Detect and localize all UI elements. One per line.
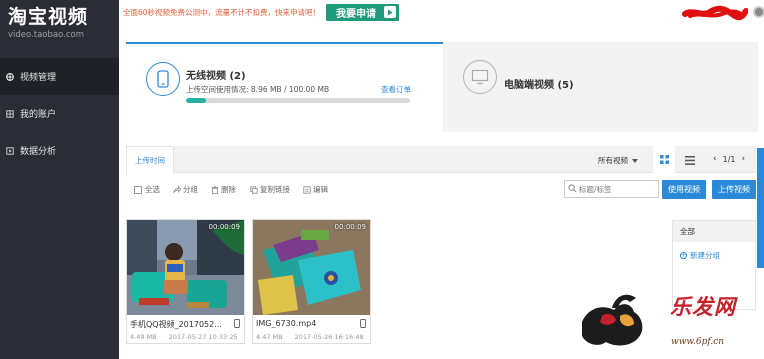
tab-wireless-video[interactable]: 无线视频 (2) 上传空间使用情况: 8.96 MB / 100.00 MB 查…	[126, 42, 443, 132]
monitor-icon	[463, 60, 497, 94]
video-size: 4.49 MB	[130, 333, 157, 341]
sort-toolbar: 上传时间 所有视频 ‹ 1/1 ›	[126, 146, 756, 174]
sidebar-item-label: 数据分析	[20, 147, 57, 157]
grid-icon	[659, 155, 669, 164]
view-order-link[interactable]: 查看订单	[381, 84, 411, 95]
top-bar: 全面60秒视频免费公测中，流量不计不扣费，快来申请吧！ 我要申请	[119, 0, 764, 24]
copy-link-label: 复制链接	[260, 185, 290, 194]
copy-link-button[interactable]: 复制链接	[250, 184, 290, 195]
checkbox-icon	[134, 185, 142, 194]
select-all-label: 全选	[145, 185, 160, 194]
prev-page-button[interactable]: ‹	[713, 154, 717, 164]
storage-progress-fill	[186, 98, 207, 103]
edit-label: 编辑	[313, 185, 328, 194]
promo-notice: 全面60秒视频免费公测中，流量不计不扣费，快来申请吧！	[123, 7, 321, 17]
side-tools-bar[interactable]	[757, 148, 764, 268]
search-icon	[568, 184, 577, 193]
page-indicator: 1/1	[722, 154, 736, 164]
video-name: 手机QQ视频_2017052...	[130, 320, 222, 329]
phone-icon	[146, 62, 180, 96]
video-filter-select[interactable]: 所有视频	[598, 155, 638, 166]
plus-icon: +	[680, 252, 687, 259]
user-avatar-icon[interactable]	[753, 6, 764, 18]
grid-view-button[interactable]	[653, 146, 675, 173]
logo[interactable]: 淘宝视频 video.taobao.com	[0, 0, 119, 58]
sidebar-item-label: 视频管理	[20, 73, 57, 83]
delete-button[interactable]: 删除	[211, 184, 236, 195]
logo-subtitle: video.taobao.com	[8, 30, 85, 40]
video-card[interactable]: 00:00:09 IMG_6730.mp4 4.47 MB 2017-05-26 …	[252, 219, 371, 344]
edit-button[interactable]: 编辑	[303, 184, 328, 195]
desktop-video-title: 电脑端视频 (5)	[504, 80, 574, 91]
edit-icon	[303, 185, 311, 194]
account-icon	[6, 109, 14, 118]
next-page-button[interactable]: ›	[741, 154, 745, 164]
new-group-button[interactable]: + 新建分组	[680, 250, 720, 261]
pager: ‹ 1/1 ›	[710, 154, 748, 164]
video-duration: 00:00:09	[208, 223, 240, 231]
action-toolbar: 全选 分组 删除 复制链接 编辑 使用视频 上传视频	[126, 176, 756, 204]
watermark-url: www.6pf.cn	[671, 337, 725, 347]
sidebar-item-data-analysis[interactable]: 数据分析	[0, 132, 119, 169]
sidebar-item-video-manage[interactable]: 视频管理	[0, 58, 119, 95]
upload-video-button[interactable]: 上传视频	[712, 180, 756, 199]
watermark-brand: 乐发网	[670, 294, 736, 319]
video-meta: 4.49 MB 2017-05-27 10:33:25	[130, 333, 238, 341]
group-button[interactable]: 分组	[173, 184, 198, 195]
video-filter-label: 所有视频	[598, 156, 628, 165]
trash-icon	[211, 185, 219, 194]
wireless-video-title: 无线视频 (2)	[186, 71, 246, 82]
video-type-tabs: 无线视频 (2) 上传空间使用情况: 8.96 MB / 100.00 MB 查…	[126, 42, 758, 132]
video-meta: 4.47 MB 2017-05-26 16:16:48	[256, 333, 364, 341]
storage-usage-text: 上传空间使用情况: 8.96 MB / 100.00 MB	[186, 85, 330, 94]
caret-down-icon	[632, 159, 638, 163]
phone-icon	[234, 319, 240, 328]
select-all-checkbox[interactable]: 全选	[134, 184, 160, 195]
list-view-button[interactable]	[683, 153, 697, 167]
delete-label: 删除	[221, 185, 236, 194]
apply-button-label: 我要申请	[336, 8, 377, 20]
tab-upload-time[interactable]: 上传时间	[126, 146, 174, 174]
video-name: IMG_6730.mp4	[256, 319, 317, 328]
list-icon	[685, 155, 695, 165]
search-input[interactable]	[564, 180, 659, 198]
new-group-label: 新建分组	[690, 251, 720, 260]
storage-progress-bar	[186, 98, 410, 103]
video-card[interactable]: 00:00:09 手机QQ视频_2017052... 4.49 MB 2017-0…	[126, 219, 245, 344]
sidebar-item-my-account[interactable]: 我的账户	[0, 95, 119, 132]
sidebar: 淘宝视频 video.taobao.com 视频管理 我的账户 数据分析	[0, 0, 119, 359]
use-video-button[interactable]: 使用视频	[662, 180, 706, 199]
video-size: 4.47 MB	[256, 333, 283, 341]
video-date: 2017-05-26 16:16:48	[294, 333, 364, 341]
video-thumbnail[interactable]: 00:00:09	[253, 220, 370, 315]
video-manage-icon	[6, 72, 14, 81]
tab-desktop-video[interactable]: 电脑端视频 (5)	[443, 42, 758, 132]
copy-icon	[250, 185, 258, 194]
video-duration: 00:00:09	[334, 223, 366, 231]
logo-title: 淘宝视频	[8, 6, 89, 28]
video-thumbnail[interactable]: 00:00:09	[127, 220, 244, 315]
group-all[interactable]: 全部	[673, 221, 755, 242]
redacted-username	[682, 5, 748, 21]
group-label: 分组	[183, 185, 198, 194]
play-arrow-icon	[384, 6, 397, 18]
apply-button[interactable]: 我要申请	[326, 3, 400, 21]
share-icon	[173, 185, 181, 194]
sidebar-item-label: 我的账户	[20, 110, 57, 120]
phone-icon	[360, 319, 366, 328]
video-date: 2017-05-27 10:33:25	[168, 333, 238, 341]
data-analysis-icon	[6, 146, 14, 155]
